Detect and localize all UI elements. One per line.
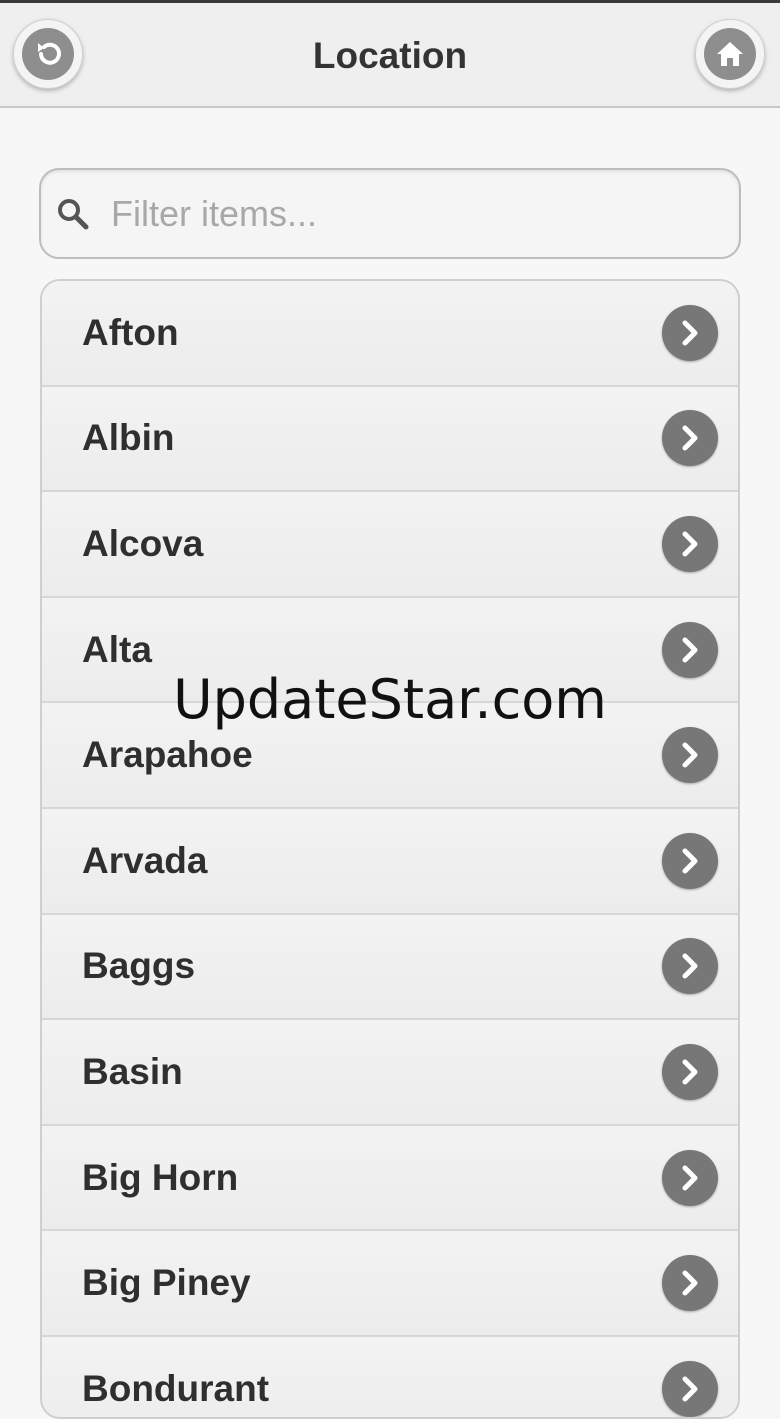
- list-item[interactable]: Afton: [42, 281, 738, 387]
- chevron-right-icon: [662, 1255, 718, 1312]
- search-input[interactable]: [111, 188, 711, 240]
- watermark: UpdateStar.com: [173, 668, 607, 731]
- home-button[interactable]: [695, 19, 765, 89]
- home-icon: [704, 28, 756, 80]
- chevron-right-icon: [662, 1149, 718, 1206]
- search-icon: [58, 199, 89, 230]
- header-bar: Location: [0, 0, 780, 108]
- location-list: Afton Albin Alcova Alta Arapahoe Arvada …: [40, 279, 740, 1419]
- list-item-label: Bondurant: [82, 1367, 270, 1409]
- chevron-right-icon: [662, 410, 718, 467]
- search-box: [39, 168, 741, 259]
- chevron-right-icon: [662, 515, 718, 572]
- chevron-right-icon: [662, 1043, 718, 1100]
- list-item-label: Arapahoe: [82, 734, 253, 776]
- list-item-label: Big Piney: [82, 1262, 251, 1304]
- list-item[interactable]: Arvada: [42, 808, 738, 915]
- list-item[interactable]: Baggs: [42, 914, 738, 1021]
- list-item[interactable]: Big Piney: [42, 1231, 738, 1337]
- chevron-right-icon: [662, 832, 718, 889]
- chevron-right-icon: [662, 1360, 718, 1417]
- list-item-label: Albin: [82, 417, 175, 459]
- list-item[interactable]: Bondurant: [42, 1336, 738, 1417]
- list-item-label: Alta: [82, 628, 152, 670]
- list-item-label: Big Horn: [82, 1156, 239, 1198]
- list-item-label: Arvada: [82, 839, 208, 881]
- list-item-label: Afton: [82, 311, 179, 353]
- list-item-label: Basin: [82, 1050, 183, 1092]
- list-item[interactable]: Albin: [42, 386, 738, 493]
- page-title: Location: [312, 35, 468, 76]
- list-item[interactable]: Basin: [42, 1020, 738, 1126]
- list-item-label: Baggs: [82, 945, 196, 987]
- list-item[interactable]: Big Horn: [42, 1125, 738, 1232]
- list-item[interactable]: Alcova: [42, 492, 738, 598]
- list-item-label: Alcova: [82, 522, 204, 564]
- chevron-right-icon: [662, 727, 718, 784]
- chevron-right-icon: [662, 304, 718, 361]
- chevron-right-icon: [662, 938, 718, 995]
